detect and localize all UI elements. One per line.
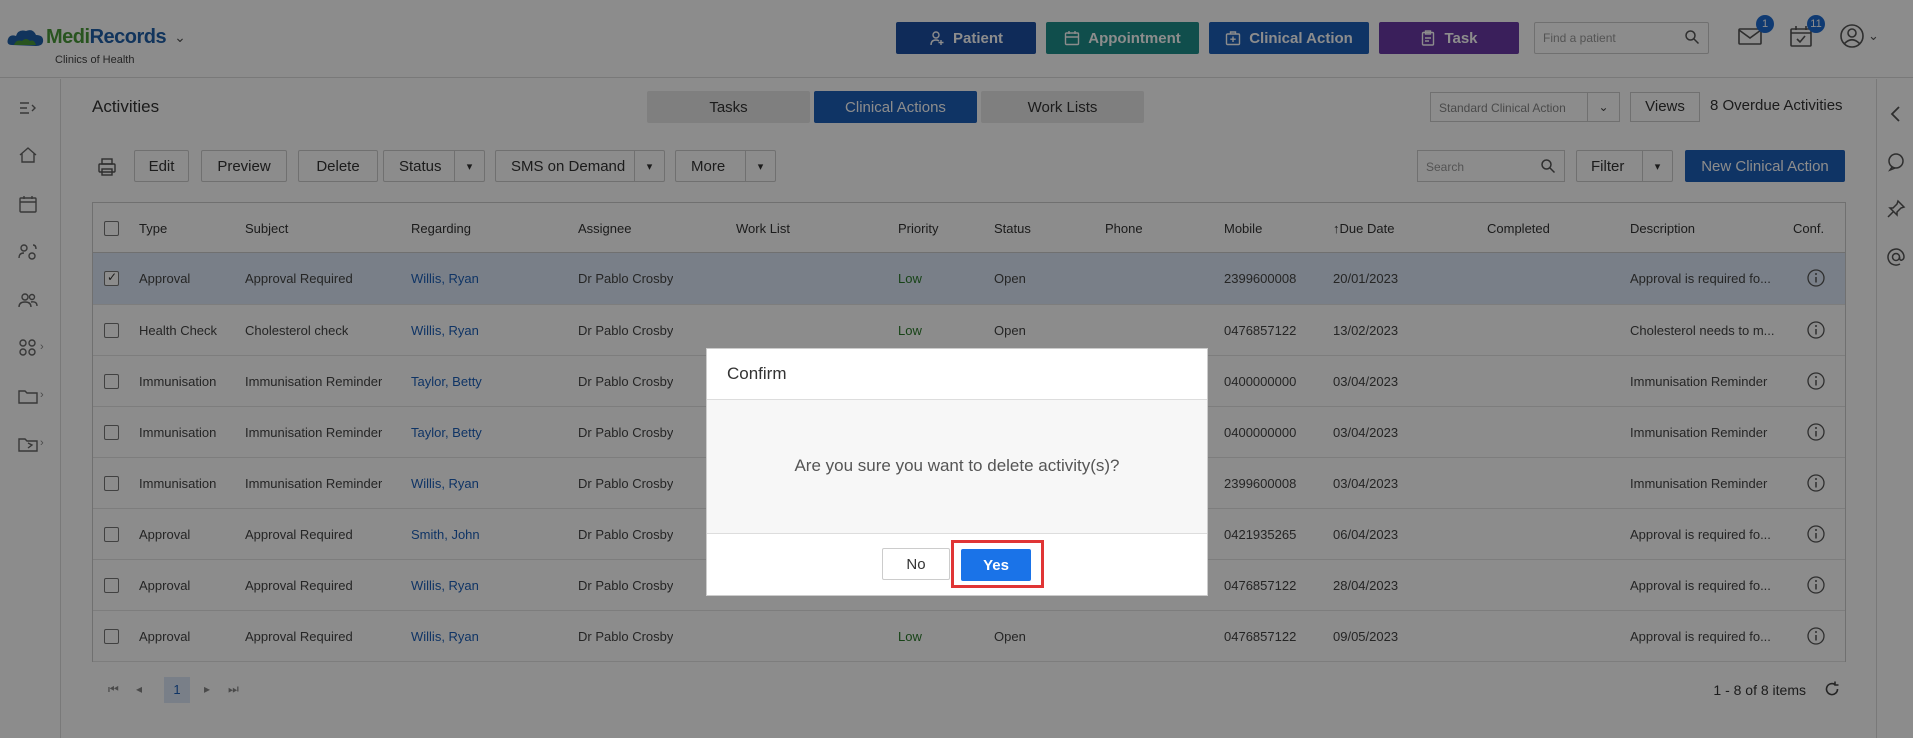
no-button[interactable]: No bbox=[882, 548, 950, 580]
dialog-footer: No Yes bbox=[707, 534, 1207, 594]
dialog-title: Confirm bbox=[707, 349, 1207, 400]
yes-button[interactable]: Yes bbox=[961, 549, 1031, 581]
highlight-box: Yes bbox=[951, 540, 1044, 588]
confirm-dialog: Confirm Are you sure you want to delete … bbox=[706, 348, 1208, 596]
dialog-message: Are you sure you want to delete activity… bbox=[707, 400, 1207, 534]
